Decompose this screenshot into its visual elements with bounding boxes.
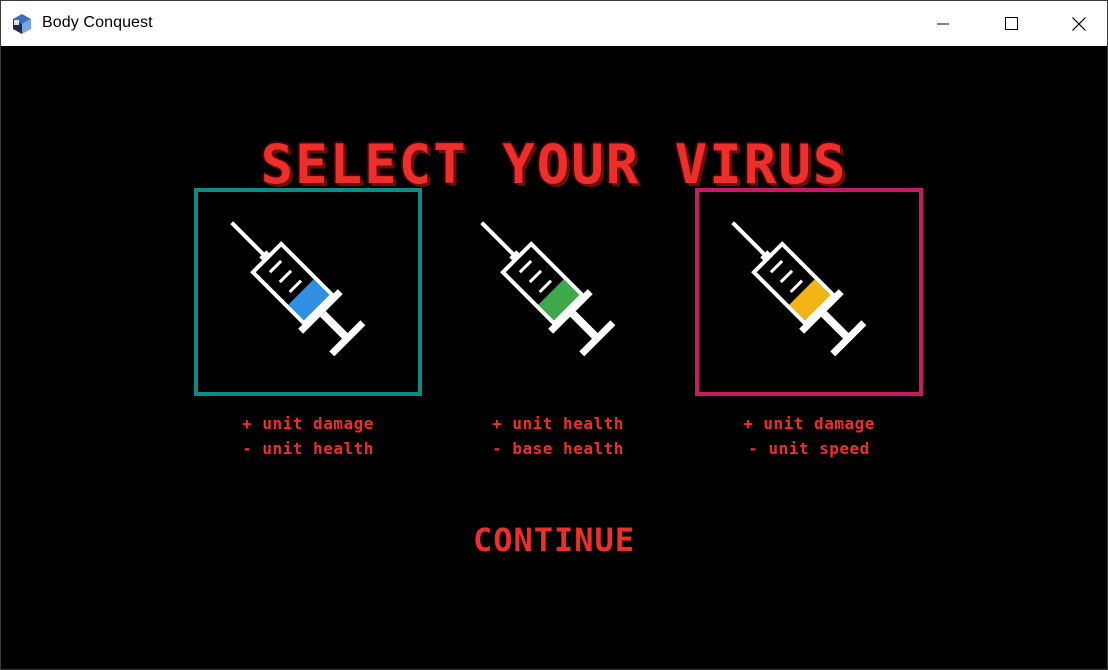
- maximize-button[interactable]: [988, 1, 1034, 46]
- stat-minus: - base health: [492, 439, 624, 458]
- stat-minus: - unit health: [242, 439, 374, 458]
- syringe-icon: [731, 221, 867, 357]
- virus-card-2[interactable]: [444, 188, 672, 396]
- cube-app-icon: [13, 14, 31, 34]
- stat-minus: - unit speed: [748, 439, 870, 458]
- game-window: Body Conquest SELECT YOUR VIRUS + unit d…: [0, 0, 1108, 670]
- minimize-icon: [937, 23, 949, 24]
- minimize-button[interactable]: [920, 1, 966, 46]
- maximize-icon: [1004, 17, 1018, 30]
- virus-stats-3: + unit damage - unit speed: [695, 411, 923, 461]
- screen-heading: SELECT YOUR VIRUS: [260, 133, 848, 196]
- syringe-icon: [230, 221, 366, 357]
- virus-stats-2: + unit health - base health: [444, 411, 672, 461]
- window-title: Body Conquest: [42, 14, 153, 31]
- stat-plus: + unit health: [492, 414, 624, 433]
- stat-plus: + unit damage: [743, 414, 875, 433]
- close-button[interactable]: [1056, 1, 1102, 46]
- virus-stats-1: + unit damage - unit health: [194, 411, 422, 461]
- virus-card-3[interactable]: [695, 188, 923, 396]
- close-icon: [1072, 16, 1086, 31]
- virus-card-1[interactable]: [194, 188, 422, 396]
- syringe-icon: [480, 221, 616, 357]
- title-bar[interactable]: Body Conquest: [1, 1, 1107, 46]
- stat-plus: + unit damage: [242, 414, 374, 433]
- continue-button[interactable]: CONTINUE: [404, 521, 704, 559]
